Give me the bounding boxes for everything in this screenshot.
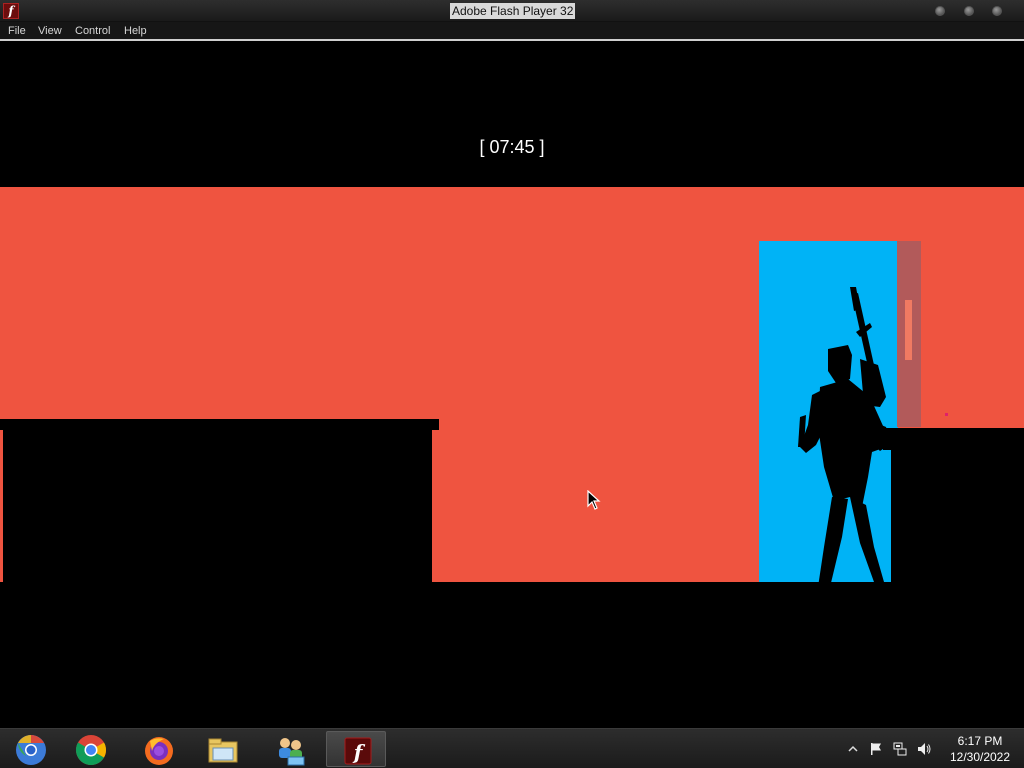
menu-control[interactable]: Control bbox=[75, 25, 110, 38]
chrome-icon bbox=[75, 735, 107, 766]
menu-help[interactable]: Help bbox=[124, 25, 147, 38]
chromium-icon bbox=[16, 735, 46, 765]
taskbar-chromium[interactable] bbox=[0, 731, 60, 767]
right-platform bbox=[891, 450, 1024, 582]
action-center-flag-icon[interactable] bbox=[869, 742, 883, 756]
taskbar-file-explorer[interactable] bbox=[192, 731, 252, 767]
menu-file[interactable]: File bbox=[8, 25, 26, 38]
menu-view[interactable]: View bbox=[38, 25, 62, 38]
system-clock[interactable]: 6:17 PM 12/30/2022 bbox=[940, 733, 1020, 765]
network-sharing-icon bbox=[279, 738, 305, 766]
menu-bar: File View Control Help bbox=[0, 22, 1024, 41]
target-marker bbox=[945, 413, 948, 416]
window-title: Adobe Flash Player 32 bbox=[450, 3, 576, 19]
game-stage[interactable]: [ 07:45 ] bbox=[0, 42, 1024, 728]
flash-player-icon: f bbox=[344, 737, 372, 765]
clock-date: 12/30/2022 bbox=[949, 750, 1011, 764]
taskbar-flash-player[interactable]: f bbox=[326, 731, 386, 767]
taskbar: f 6:17 PM 12/30/2022 bbox=[0, 728, 1024, 768]
mouse-cursor-icon bbox=[587, 490, 601, 510]
soldier-silhouette bbox=[798, 287, 892, 582]
minimize-button[interactable] bbox=[935, 6, 945, 16]
title-bar[interactable]: f Adobe Flash Player 32 bbox=[0, 0, 1024, 22]
taskbar-network-sharing[interactable] bbox=[260, 731, 320, 767]
maximize-button[interactable] bbox=[964, 6, 974, 16]
show-hidden-icons-icon[interactable] bbox=[846, 742, 860, 756]
left-platform bbox=[3, 430, 432, 582]
floor bbox=[0, 582, 1024, 728]
taskbar-chrome[interactable] bbox=[60, 731, 120, 767]
door-handle bbox=[905, 300, 912, 360]
taskbar-firefox[interactable] bbox=[128, 731, 188, 767]
flash-icon[interactable]: f bbox=[3, 3, 19, 19]
file-explorer-icon bbox=[208, 738, 238, 763]
left-platform-ledge bbox=[0, 419, 439, 430]
clock-time: 6:17 PM bbox=[957, 734, 1003, 748]
right-platform-ledge bbox=[883, 428, 1024, 450]
volume-icon[interactable] bbox=[917, 742, 931, 756]
close-button[interactable] bbox=[992, 6, 1002, 16]
game-timer: [ 07:45 ] bbox=[479, 137, 545, 157]
firefox-icon bbox=[145, 737, 173, 765]
network-icon[interactable] bbox=[893, 742, 907, 756]
